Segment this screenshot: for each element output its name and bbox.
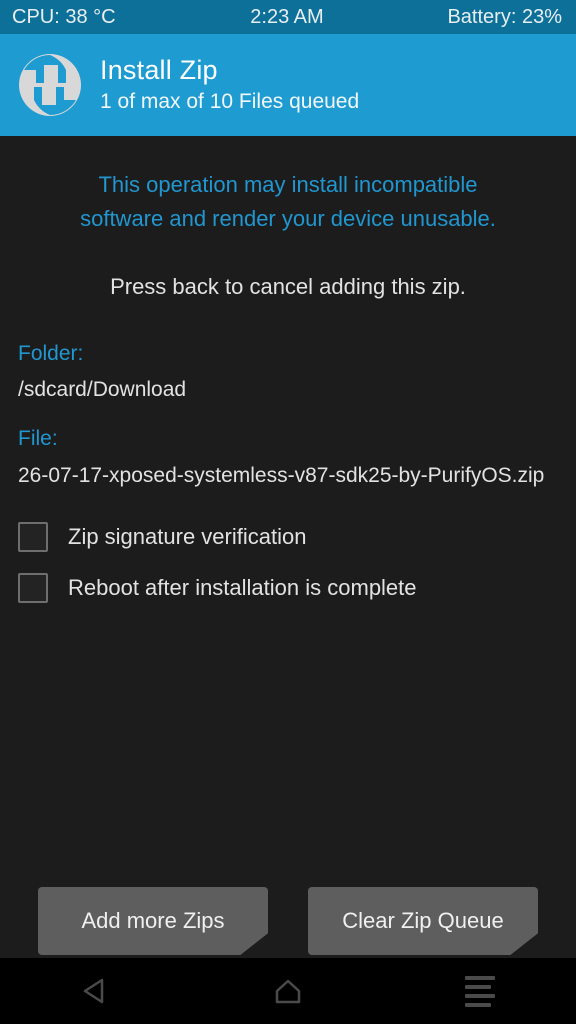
folder-path-value: /sdcard/Download	[18, 378, 187, 401]
warning-line-2: software and render your device unusable…	[80, 206, 496, 232]
hamburger-menu-icon	[465, 975, 495, 1007]
back-triangle-icon	[83, 978, 104, 1004]
incompatibility-warning: This operation may install incompatible …	[0, 168, 576, 236]
file-label: File:	[18, 427, 58, 450]
nav-menu-button[interactable]	[384, 958, 576, 1024]
status-bar: CPU: 38 °C 2:23 AM Battery: 23%	[0, 0, 576, 34]
nav-back-button[interactable]	[0, 958, 192, 1024]
file-name-value: 26-07-17-xposed-systemless-v87-sdk25-by-…	[18, 464, 545, 487]
clock: 2:23 AM	[250, 5, 324, 28]
warning-line-1: This operation may install incompatible	[98, 172, 478, 197]
cpu-temperature: CPU: 38 °C	[12, 5, 116, 28]
twrp-logo-icon	[19, 54, 81, 116]
home-icon	[275, 979, 301, 1004]
header-text-block: Install Zip 1 of max of 10 Files queued	[100, 55, 359, 115]
clear-zip-queue-button[interactable]: Clear Zip Queue	[308, 887, 538, 955]
checkbox-zip-signature-verification[interactable]	[18, 522, 48, 552]
twrp-install-zip-screen: CPU: 38 °C 2:23 AM Battery: 23% Install …	[0, 0, 576, 1024]
page-header: Install Zip 1 of max of 10 Files queued	[0, 34, 576, 136]
press-back-hint: Press back to cancel adding this zip.	[110, 274, 466, 299]
add-more-zips-button[interactable]: Add more Zips	[38, 887, 268, 955]
page-title: Install Zip	[100, 55, 218, 86]
checkbox-row-reboot-after-install[interactable]: Reboot after installation is complete	[18, 573, 417, 603]
android-navigation-bar	[0, 958, 576, 1024]
checkbox-reboot-after-install[interactable]	[18, 573, 48, 603]
content-area: This operation may install incompatible …	[0, 136, 576, 1024]
queue-status: 1 of max of 10 Files queued	[100, 90, 360, 114]
checkbox-label-reboot-after-install: Reboot after installation is complete	[68, 575, 417, 600]
checkbox-row-zip-signature-verification[interactable]: Zip signature verification	[18, 522, 306, 552]
battery-level: Battery: 23%	[447, 5, 562, 28]
nav-home-button[interactable]	[192, 958, 384, 1024]
checkbox-label-zip-signature-verification: Zip signature verification	[68, 524, 307, 549]
folder-label: Folder:	[18, 342, 84, 365]
